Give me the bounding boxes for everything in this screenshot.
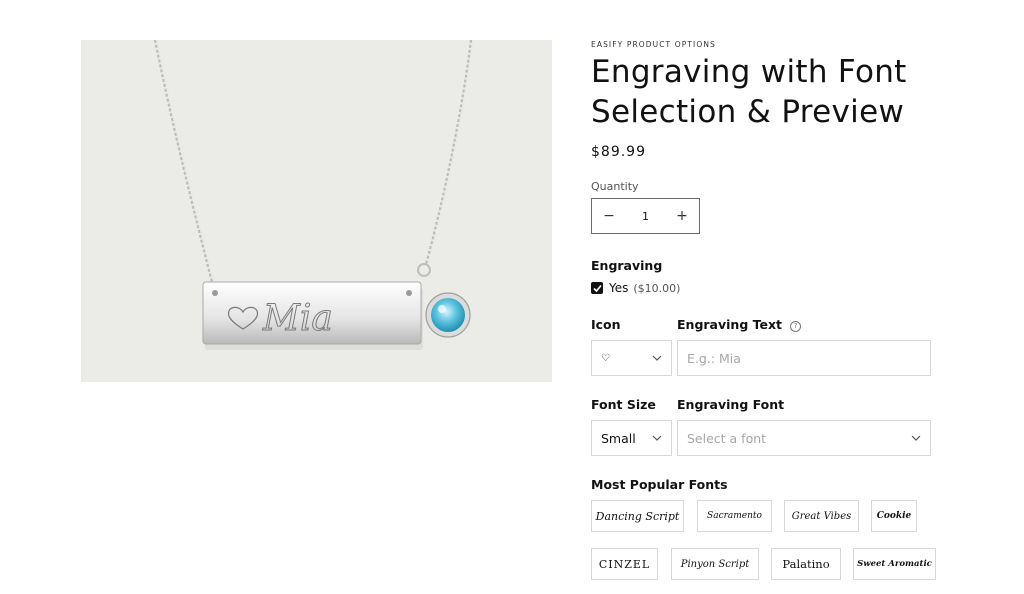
quantity-increase-button[interactable]: + <box>665 208 699 224</box>
product-price: $89.99 <box>591 144 646 160</box>
engraving-yes-label: Yes <box>609 281 629 295</box>
font-option-dancing-script[interactable]: Dancing Script <box>591 500 684 532</box>
font-option-cookie[interactable]: Cookie <box>871 500 917 532</box>
help-icon[interactable]: ? <box>790 320 801 332</box>
engraving-price: ($10.00) <box>633 281 681 295</box>
vendor-name: EASIFY PRODUCT OPTIONS <box>591 40 716 49</box>
chevron-down-icon <box>652 435 662 441</box>
engraving-label: Engraving <box>591 258 663 273</box>
chevron-down-icon <box>652 355 662 361</box>
quantity-label: Quantity <box>591 180 639 193</box>
quantity-decrease-button[interactable]: − <box>592 208 626 224</box>
engraving-text-label: Engraving Text? <box>677 317 801 332</box>
product-image[interactable]: Mia <box>81 40 552 382</box>
chevron-down-icon <box>911 435 921 441</box>
font-size-value: Small <box>601 430 636 446</box>
quantity-stepper: − 1 + <box>591 198 700 234</box>
engraving-text-input[interactable]: E.g.: Mia <box>677 340 931 376</box>
engraving-text-label-text: Engraving Text <box>677 317 782 332</box>
necklace-illustration: Mia <box>153 40 474 350</box>
engraving-text-placeholder: E.g.: Mia <box>687 350 741 366</box>
gem-charm <box>431 298 465 332</box>
icon-select[interactable]: ♡ <box>591 340 672 376</box>
engraving-checkbox[interactable] <box>591 282 603 294</box>
engraving-font-label: Engraving Font <box>677 397 785 412</box>
icon-label: Icon <box>591 317 621 332</box>
font-option-cinzel[interactable]: Cinzel <box>591 548 658 580</box>
font-size-label: Font Size <box>591 397 656 412</box>
engraved-name: Mia <box>262 298 333 339</box>
popular-fonts-label: Most Popular Fonts <box>591 477 728 492</box>
font-option-sacramento[interactable]: Sacramento <box>697 500 772 532</box>
font-option-pinyon-script[interactable]: Pinyon Script <box>671 548 759 580</box>
engraving-font-placeholder: Select a font <box>687 430 767 446</box>
font-option-great-vibes[interactable]: Great Vibes <box>784 500 859 532</box>
engraving-font-select[interactable]: Select a font <box>677 420 931 456</box>
font-size-select[interactable]: Small <box>591 420 672 456</box>
quantity-value[interactable]: 1 <box>626 210 665 223</box>
font-option-palatino[interactable]: Palatino <box>771 548 841 580</box>
check-icon <box>592 284 602 292</box>
icon-select-value: ♡ <box>601 352 610 364</box>
product-title: Engraving with Font Selection & Preview <box>591 54 907 130</box>
font-option-sweet-aromatic[interactable]: Sweet Aromatic <box>853 548 936 580</box>
engraving-option[interactable]: Yes ($10.00) <box>591 281 680 295</box>
